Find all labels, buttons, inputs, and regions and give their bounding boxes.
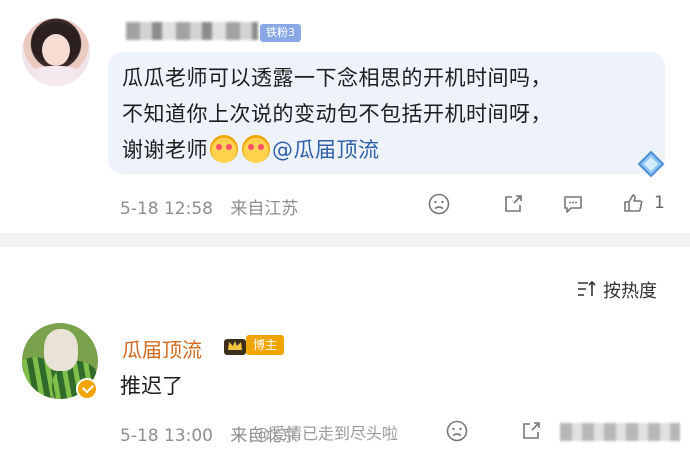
like-icon[interactable] bbox=[622, 192, 644, 214]
crown-icon bbox=[224, 339, 246, 355]
avatar-body bbox=[28, 66, 84, 86]
reply-icon[interactable] bbox=[562, 193, 584, 215]
like-count: 1 bbox=[654, 193, 665, 213]
comment-line-3-text: 谢谢老师 bbox=[122, 138, 208, 162]
avatar-face bbox=[42, 34, 70, 66]
comment-line-3: 谢谢老师 @瓜届顶流 bbox=[122, 132, 662, 168]
mention-link[interactable]: @瓜届顶流 bbox=[272, 138, 380, 162]
sad-face-icon[interactable] bbox=[428, 193, 450, 215]
heart-eyes-emoji-icon bbox=[210, 135, 238, 163]
share-icon[interactable] bbox=[520, 420, 542, 442]
section-divider bbox=[0, 233, 690, 247]
comment-line-1: 瓜瓜老师可以透露一下念相思的开机时间吗， bbox=[122, 66, 552, 90]
avatar-animal bbox=[44, 329, 78, 371]
blogger-badge: 博主 bbox=[246, 335, 285, 355]
comment-time: 5-18 12:58 bbox=[120, 199, 213, 219]
comment-text: 推迟了 bbox=[120, 374, 183, 398]
sort-by-hot-button[interactable]: 按热度 bbox=[603, 277, 657, 303]
comment-time: 5-18 13:00 bbox=[120, 426, 213, 446]
avatar[interactable] bbox=[22, 18, 90, 86]
watermark: @爱情已走到尽头啦 bbox=[254, 424, 399, 443]
verified-badge-icon bbox=[76, 378, 98, 400]
username-redacted[interactable] bbox=[126, 22, 258, 40]
comment-text: 瓜瓜老师可以透露一下念相思的开机时间吗， 不知道你上次说的变动包不包括开机时间呀… bbox=[122, 60, 662, 168]
redacted-actions bbox=[560, 423, 680, 441]
sad-face-icon[interactable] bbox=[446, 420, 468, 442]
fan-level-badge: 铁粉3 bbox=[260, 24, 301, 42]
heart-eyes-emoji-icon bbox=[242, 135, 270, 163]
comment-line-2: 不知道你上次说的变动包不包括开机时间呀， bbox=[122, 102, 552, 126]
sort-icon[interactable] bbox=[576, 279, 596, 299]
diamond-badge-icon bbox=[637, 150, 665, 178]
share-icon[interactable] bbox=[502, 193, 524, 215]
comment-meta: 5-18 12:58 来自江苏 bbox=[120, 194, 310, 219]
username[interactable]: 瓜届顶流 bbox=[122, 334, 202, 363]
comment-location: 来自江苏 bbox=[230, 199, 299, 219]
